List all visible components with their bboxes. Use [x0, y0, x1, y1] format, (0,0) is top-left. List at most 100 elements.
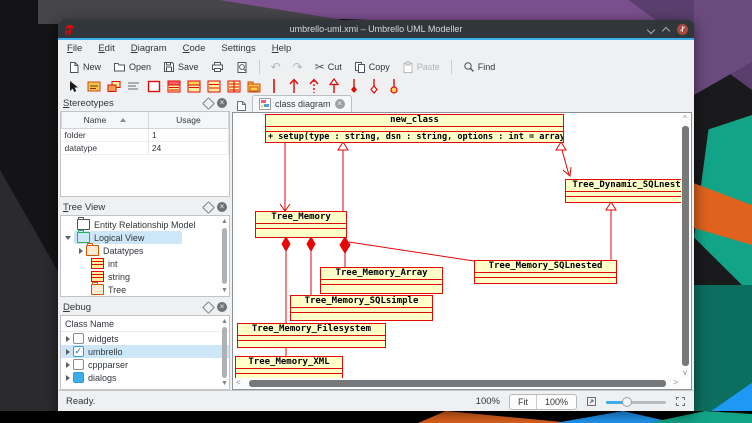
uml-class-tree-memory[interactable]: Tree_Memory	[255, 211, 347, 238]
debug-item-widgets[interactable]: widgets	[61, 332, 229, 345]
debug-column-header[interactable]: Class Name	[61, 317, 229, 332]
fullscreen-icon[interactable]	[675, 396, 686, 407]
maximize-icon[interactable]	[662, 25, 670, 33]
datatype-tool[interactable]	[206, 79, 221, 94]
menu-settings[interactable]: Settings	[221, 43, 255, 54]
cut-button[interactable]: ✂ Cut	[311, 60, 346, 74]
menu-diagram[interactable]: Diagram	[131, 43, 167, 54]
uml-class-tree-memory-array[interactable]: Tree_Memory_Array	[320, 267, 443, 294]
float-dock-icon[interactable]	[202, 201, 215, 214]
copy-button[interactable]: Copy	[350, 60, 394, 75]
chevron-right-icon[interactable]	[66, 362, 70, 368]
debug-item-cppparser[interactable]: cppparser	[61, 358, 229, 371]
tree-item-int[interactable]: int	[61, 257, 229, 270]
menu-code[interactable]: Code	[183, 43, 206, 54]
fit-button[interactable]: Fit	[510, 395, 536, 409]
select-tool[interactable]	[66, 79, 81, 94]
find-button[interactable]: Find	[459, 60, 500, 74]
scrollbar-thumb[interactable]	[249, 380, 666, 387]
tree-view-dock-titlebar[interactable]: Tree View ×	[60, 199, 230, 215]
scroll-down-icon[interactable]: v	[683, 369, 687, 377]
tab-class-diagram[interactable]: class diagram ×	[252, 95, 352, 112]
close-dock-icon[interactable]: ×	[217, 302, 227, 312]
class-tool[interactable]	[166, 79, 181, 94]
uml-class-new_class[interactable]: new_class + setup(type : string, dsn : s…	[265, 114, 564, 143]
scroll-left-icon[interactable]: <	[236, 379, 241, 387]
float-dock-icon[interactable]	[202, 97, 215, 110]
diagram-canvas[interactable]: new_class + setup(type : string, dsn : s…	[232, 112, 692, 390]
undo-button[interactable]: ↶	[267, 60, 285, 74]
chevron-right-icon[interactable]	[66, 349, 70, 355]
scroll-up-icon[interactable]: ^	[683, 115, 687, 123]
tree-item-datatypes[interactable]: Datatypes	[61, 244, 229, 257]
canvas-vertical-scrollbar[interactable]: ^ v	[681, 114, 690, 378]
stereotypes-dock-titlebar[interactable]: Stereotypes ×	[60, 95, 230, 111]
checkbox-unchecked[interactable]	[73, 333, 84, 344]
scroll-down-icon[interactable]: ▼	[221, 287, 228, 294]
composition-tool[interactable]	[346, 79, 361, 94]
minimize-icon[interactable]	[647, 25, 655, 33]
scrollbar-thumb[interactable]	[222, 327, 227, 378]
tree-item-entity-relationship-model[interactable]: Entity Relationship Model	[61, 218, 229, 231]
uml-class-tree-dynamic-sqlnest[interactable]: Tree_Dynamic_SQLnest	[565, 179, 683, 203]
scroll-down-icon[interactable]: ▼	[221, 380, 228, 387]
object-tool[interactable]	[106, 79, 121, 94]
close-dock-icon[interactable]: ×	[217, 98, 227, 108]
enum-tool[interactable]	[226, 79, 241, 94]
slider-handle[interactable]	[622, 397, 632, 407]
chevron-down-icon[interactable]	[65, 236, 71, 240]
uml-class-tree-memory-filesystem[interactable]: Tree_Memory_Filesystem	[237, 323, 386, 348]
text-tool[interactable]	[86, 79, 101, 94]
directed-association-tool[interactable]	[286, 79, 301, 94]
debug-scrollbar[interactable]: ▲ ▼	[221, 318, 228, 387]
generalization-tool[interactable]	[326, 79, 341, 94]
close-icon[interactable]	[677, 24, 688, 35]
tree-view-scrollbar[interactable]: ▲ ▼	[221, 218, 228, 294]
column-header-usage[interactable]: Usage	[148, 112, 228, 129]
chevron-right-icon[interactable]	[79, 248, 83, 254]
table-row[interactable]: folder1	[62, 129, 229, 142]
float-dock-icon[interactable]	[202, 301, 215, 314]
menu-edit[interactable]: Edit	[98, 43, 114, 54]
close-tab-icon[interactable]: ×	[335, 99, 345, 109]
package-tool[interactable]	[246, 79, 261, 94]
new-tab-button[interactable]	[234, 99, 248, 112]
print-button[interactable]	[207, 60, 228, 74]
tree-item-tree[interactable]: Tree	[61, 283, 229, 296]
paste-button[interactable]: Paste	[398, 60, 444, 75]
chevron-right-icon[interactable]	[66, 375, 70, 381]
chevron-right-icon[interactable]	[66, 336, 70, 342]
uml-class-tree-memory-sqlsimple[interactable]: Tree_Memory_SQLsimple	[290, 295, 433, 321]
tree-item-logical-view[interactable]: Logical View	[61, 231, 229, 244]
containment-tool[interactable]	[386, 79, 401, 94]
menu-help[interactable]: Help	[272, 43, 292, 54]
debug-dock-titlebar[interactable]: Debug ×	[60, 299, 230, 315]
scroll-right-icon[interactable]: >	[673, 379, 678, 387]
note-tool[interactable]	[126, 79, 141, 94]
checkbox-partial[interactable]	[73, 372, 84, 383]
debug-item-dialogs[interactable]: dialogs	[61, 371, 229, 384]
new-button[interactable]: New	[64, 60, 105, 75]
interface-tool[interactable]	[186, 79, 201, 94]
zoom-100-button[interactable]: 100%	[536, 395, 576, 409]
column-header-name[interactable]: Name	[62, 112, 149, 129]
window-titlebar[interactable]: umbrello-uml.xmi – Umbrello UML Modeller	[58, 20, 694, 38]
checkbox-unchecked[interactable]	[73, 359, 84, 370]
dependency-tool[interactable]	[306, 79, 321, 94]
aggregation-tool[interactable]	[366, 79, 381, 94]
scrollbar-thumb[interactable]	[682, 126, 689, 366]
zoom-slider[interactable]	[606, 396, 666, 408]
checkbox-checked[interactable]	[73, 346, 84, 357]
open-button[interactable]: Open	[109, 60, 155, 74]
redo-button[interactable]: ↷	[289, 60, 307, 74]
table-row[interactable]: datatype24	[62, 142, 229, 155]
page-fit-icon[interactable]	[586, 396, 597, 407]
uml-class-tree-memory-sqlnested[interactable]: Tree_Memory_SQLnested	[474, 260, 617, 284]
association-line-tool[interactable]	[266, 79, 281, 94]
tree-item-string[interactable]: string	[61, 270, 229, 283]
scroll-up-icon[interactable]: ▲	[221, 218, 228, 225]
save-button[interactable]: Save	[159, 60, 203, 74]
debug-item-umbrello[interactable]: umbrello	[61, 345, 229, 358]
print-preview-button[interactable]	[232, 60, 252, 75]
canvas-horizontal-scrollbar[interactable]: < >	[234, 378, 680, 388]
